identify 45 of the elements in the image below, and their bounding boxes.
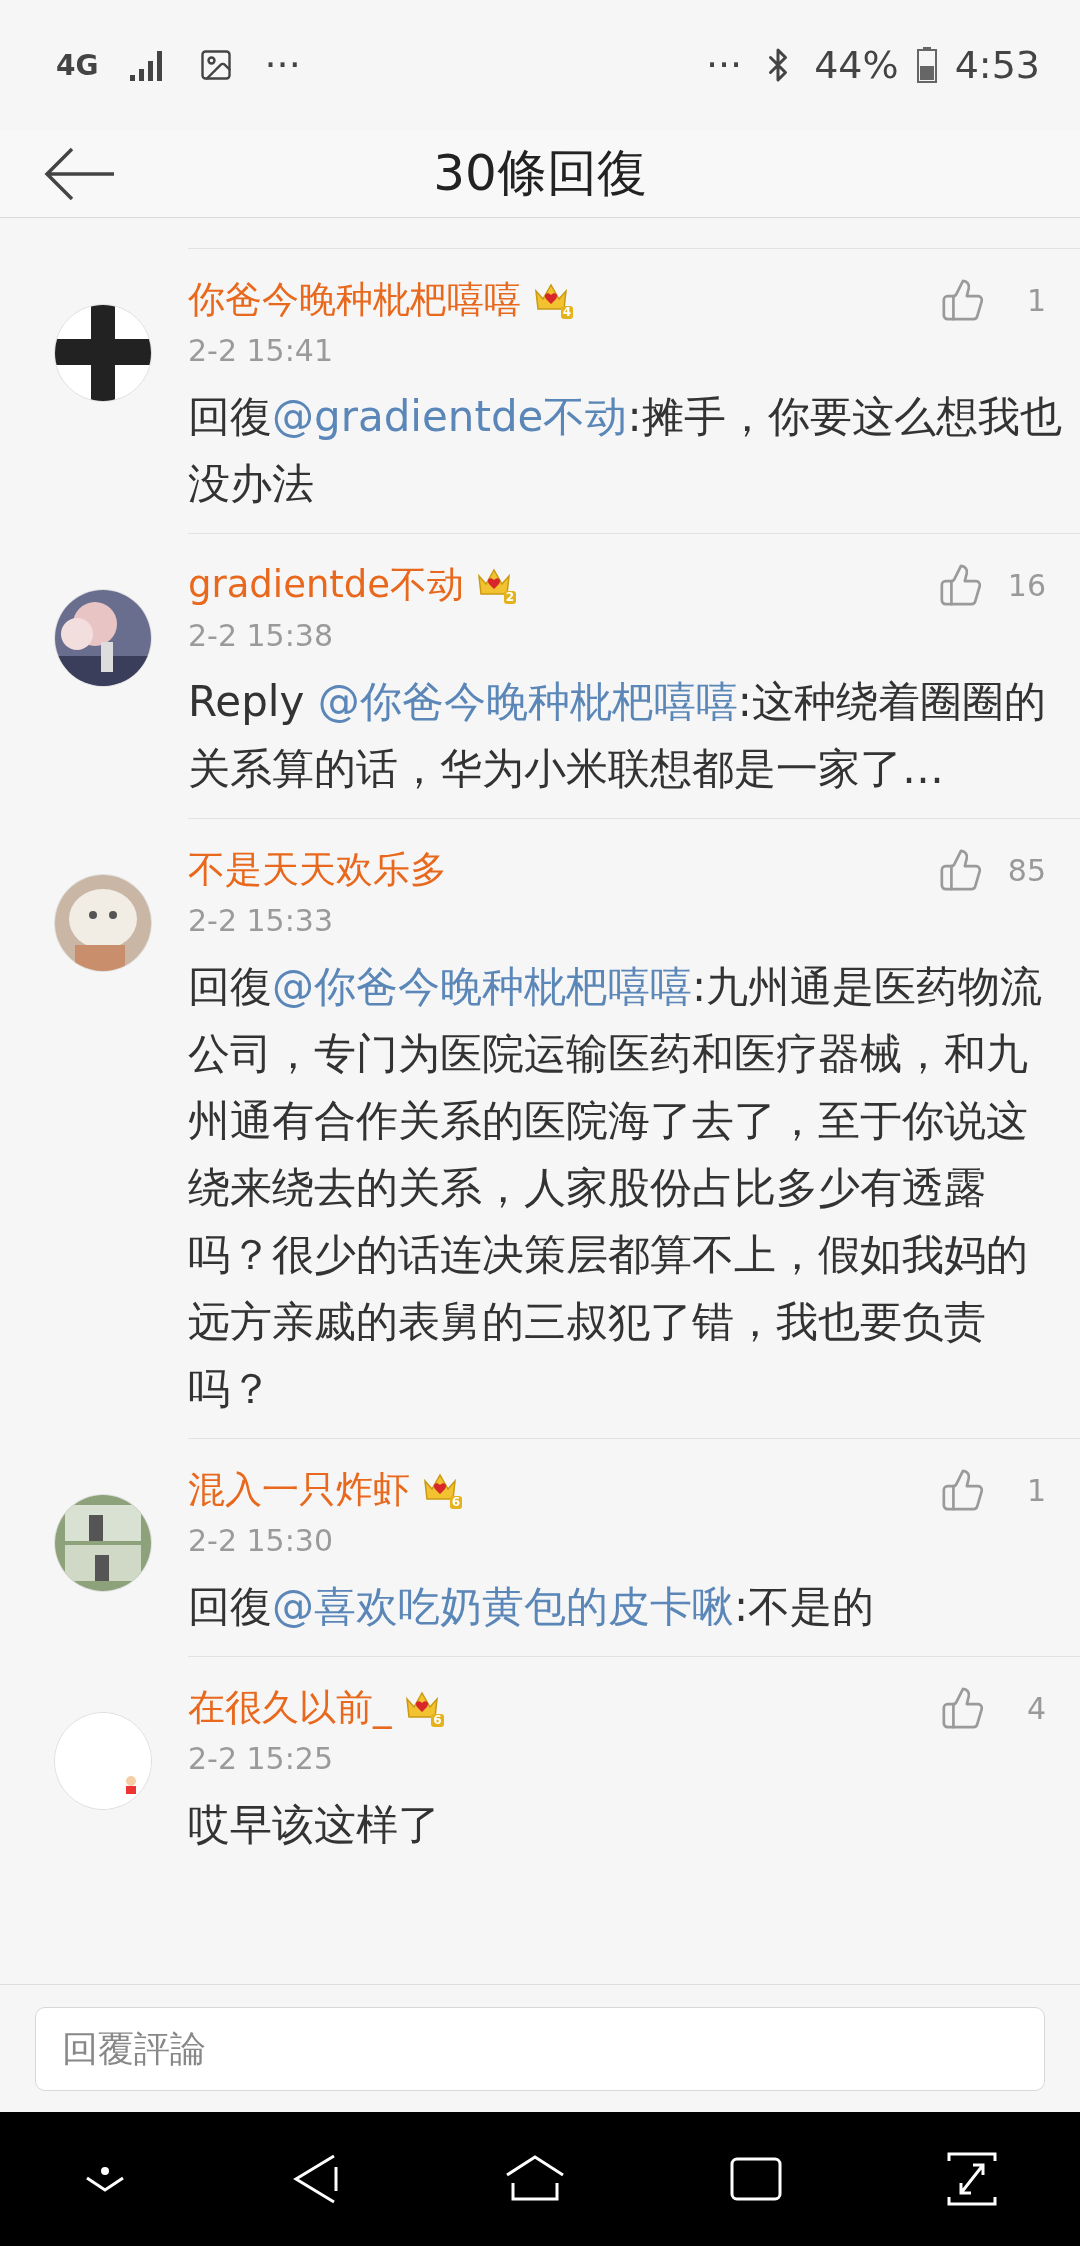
comment-text: 哎早该这样了 xyxy=(188,1799,441,1851)
user-name[interactable]: 不是天天欢乐多 xyxy=(188,845,447,895)
level-number: 6 xyxy=(431,1714,444,1727)
clock: 4:53 xyxy=(954,43,1040,87)
comment-time: 2-2 15:33 xyxy=(188,902,334,940)
home-nav-button[interactable] xyxy=(504,2155,565,2203)
recents-nav-button[interactable] xyxy=(730,2157,783,2201)
like-count: 1 xyxy=(1025,1472,1046,1508)
comment-text: Reply @你爸今晚种枇杷嘻嘻:这种绕着圈圈的关系算的话，华为小米联想都是一家了… xyxy=(188,676,1047,795)
comment-time: 2-2 15:30 xyxy=(188,1522,334,1560)
like-count: 4 xyxy=(1025,1690,1046,1726)
mention-link[interactable]: @喜欢吃奶黄包的皮卡啾 xyxy=(272,1582,734,1631)
like-icon[interactable] xyxy=(937,847,984,893)
user-name[interactable]: gradientde不动 xyxy=(188,560,465,610)
comment-time: 2-2 15:25 xyxy=(188,1740,334,1778)
user-name[interactable]: 混入一只炸虾 xyxy=(188,1465,410,1515)
like-icon[interactable] xyxy=(940,1467,986,1513)
mention-link[interactable]: @你爸今晚种枇杷嘻嘻 xyxy=(272,962,692,1011)
more-indicator: ··· xyxy=(705,43,743,87)
comment-time: 2-2 15:38 xyxy=(188,617,334,655)
more-indicator: ··· xyxy=(264,43,301,87)
mention-link[interactable]: @你爸今晚种枇杷嘻嘻 xyxy=(317,677,738,726)
like-icon[interactable] xyxy=(937,562,984,608)
user-name[interactable]: 在很久以前_ xyxy=(188,1683,392,1733)
like-count: 85 xyxy=(1007,852,1046,888)
level-number: 4 xyxy=(560,306,573,319)
battery-percent: 44% xyxy=(814,43,899,87)
like-count: 1 xyxy=(1025,282,1046,318)
network-type: 4G xyxy=(56,48,99,82)
fullscreen-nav-button[interactable] xyxy=(947,2151,998,2207)
level-number: 6 xyxy=(449,1496,462,1509)
page-title: 30條回復 xyxy=(433,143,647,204)
back-nav-button[interactable] xyxy=(291,2153,340,2205)
comment-time: 2-2 15:41 xyxy=(188,332,334,370)
comment-text: 回復@gradientde不动:摊手，你要这么想我也没办法 xyxy=(188,391,1063,510)
user-name[interactable]: 你爸今晚种枇杷嘻嘻 xyxy=(188,275,521,325)
level-number: 2 xyxy=(503,591,517,604)
battery-icon xyxy=(916,47,937,83)
reply-input[interactable]: 回覆評論 xyxy=(35,2006,1045,2091)
like-icon[interactable] xyxy=(940,277,986,323)
comment-text: 回復@喜欢吃奶黄包的皮卡啾:不是的 xyxy=(188,1581,876,1633)
like-count: 16 xyxy=(1007,567,1046,603)
comment-text: 回復@你爸今晚种枇杷嘻嘻:九州通是医药物流公司，专门为医院运输医药和医疗器械，和九州通有合作关系的医院海了去了，至于你说这绕来绕去的关系，人家股份占比多少有透露吗？很少的话连决策层都算不上，假如我妈的远方亲戚的表舅的三叔犯了错，我也要负责吗？ xyxy=(188,961,1044,1415)
like-icon[interactable] xyxy=(940,1685,986,1731)
mention-link[interactable]: @gradientde不动 xyxy=(272,392,628,441)
